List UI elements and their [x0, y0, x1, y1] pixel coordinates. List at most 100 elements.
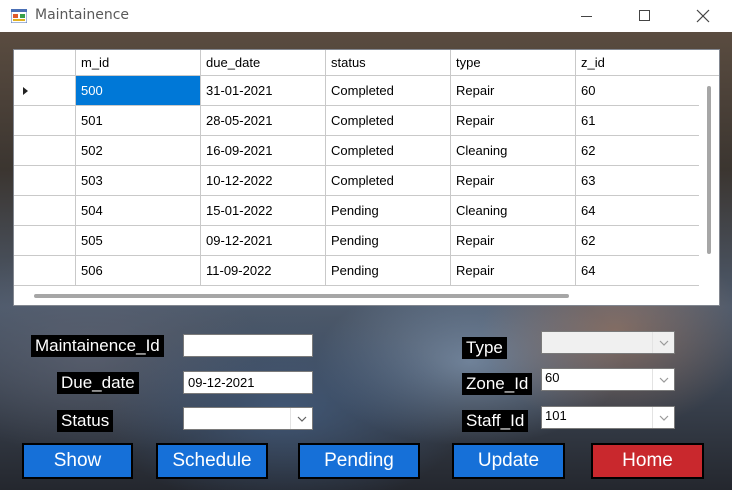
staff-id-select-value: 101 — [545, 408, 567, 423]
cell-due-date[interactable]: 15-01-2022 — [201, 196, 326, 226]
maximize-icon — [639, 10, 650, 21]
cell-due-date[interactable]: 09-12-2021 — [201, 226, 326, 256]
table-row[interactable]: 505 09-12-2021 Pending Repair 62 — [14, 226, 699, 256]
show-button-label: Show — [53, 450, 102, 471]
cell-type[interactable]: Repair — [451, 256, 576, 286]
cell-type[interactable]: Repair — [451, 226, 576, 256]
horizontal-scrollbar[interactable] — [14, 286, 719, 305]
maintainence-id-label: Maintainence_Id — [31, 335, 164, 357]
cell-due-date[interactable]: 31-01-2021 — [201, 76, 326, 106]
cell-type[interactable]: Repair — [451, 76, 576, 106]
cell-z-id[interactable]: 62 — [576, 226, 699, 256]
row-header[interactable] — [14, 166, 76, 196]
table-row[interactable]: 504 15-01-2022 Pending Cleaning 64 — [14, 196, 699, 226]
app-form-icon — [11, 9, 27, 23]
cell-due-date[interactable]: 28-05-2021 — [201, 106, 326, 136]
cell-status[interactable]: Pending — [326, 226, 451, 256]
row-header[interactable] — [14, 196, 76, 226]
table-row[interactable]: 506 11-09-2022 Pending Repair 64 — [14, 256, 699, 286]
cell-status[interactable]: Completed — [326, 106, 451, 136]
cell-z-id[interactable]: 62 — [576, 136, 699, 166]
cell-status[interactable]: Completed — [326, 136, 451, 166]
vertical-scrollbar[interactable] — [699, 76, 719, 286]
table-row[interactable]: 502 16-09-2021 Completed Cleaning 62 — [14, 136, 699, 166]
cell-type[interactable]: Cleaning — [451, 196, 576, 226]
grid-corner-header — [14, 50, 76, 76]
cell-z-id[interactable]: 61 — [576, 106, 699, 136]
cell-status[interactable]: Pending — [326, 196, 451, 226]
row-header[interactable] — [14, 76, 76, 106]
due-date-label: Due_date — [57, 372, 139, 394]
staff-id-label: Staff_Id — [462, 410, 529, 432]
row-header[interactable] — [14, 136, 76, 166]
cell-m-id[interactable]: 505 — [76, 226, 201, 256]
column-header-type[interactable]: type — [451, 50, 576, 76]
pending-button-label: Pending — [324, 450, 394, 471]
zone-id-label: Zone_Id — [462, 373, 533, 395]
close-button[interactable] — [680, 0, 726, 32]
show-button[interactable]: Show — [22, 443, 133, 479]
vertical-scroll-thumb[interactable] — [707, 86, 711, 254]
cell-m-id[interactable]: 501 — [76, 106, 201, 136]
row-header[interactable] — [14, 226, 76, 256]
cell-type[interactable]: Repair — [451, 106, 576, 136]
minimize-button[interactable] — [563, 0, 609, 32]
cell-m-id[interactable]: 504 — [76, 196, 201, 226]
chevron-down-icon — [659, 377, 669, 383]
status-label: Status — [57, 410, 114, 432]
maintenance-data-grid[interactable]: m_id due_date status type z_id 500 31-01-… — [13, 49, 720, 306]
home-button[interactable]: Home — [591, 443, 704, 479]
column-header-z-id[interactable]: z_id — [576, 50, 719, 76]
schedule-button[interactable]: Schedule — [156, 443, 268, 479]
cell-m-id[interactable]: 506 — [76, 256, 201, 286]
grid-header-row: m_id due_date status type z_id — [14, 50, 719, 76]
column-header-m-id[interactable]: m_id — [76, 50, 201, 76]
maximize-button[interactable] — [621, 0, 667, 32]
column-header-due-date[interactable]: due_date — [201, 50, 326, 76]
cell-z-id[interactable]: 64 — [576, 256, 699, 286]
table-row[interactable]: 501 28-05-2021 Completed Repair 61 — [14, 106, 699, 136]
cell-m-id[interactable]: 503 — [76, 166, 201, 196]
cell-type[interactable]: Repair — [451, 166, 576, 196]
due-date-input[interactable]: 09-12-2021 — [183, 371, 313, 394]
minimize-icon — [581, 16, 592, 17]
window-title: Maintainence — [35, 7, 130, 23]
chevron-down-icon — [659, 340, 669, 346]
table-row[interactable]: 503 10-12-2022 Completed Repair 63 — [14, 166, 699, 196]
schedule-button-label: Schedule — [172, 450, 252, 471]
cell-due-date[interactable]: 10-12-2022 — [201, 166, 326, 196]
zone-id-dropdown-button[interactable] — [652, 369, 674, 390]
cell-z-id[interactable]: 60 — [576, 76, 699, 106]
staff-id-select[interactable]: 101 — [541, 406, 675, 429]
type-dropdown-button[interactable] — [652, 332, 674, 353]
cell-due-date[interactable]: 16-09-2021 — [201, 136, 326, 166]
pending-button[interactable]: Pending — [298, 443, 420, 479]
cell-type[interactable]: Cleaning — [451, 136, 576, 166]
cell-status[interactable]: Completed — [326, 76, 451, 106]
column-header-status[interactable]: status — [326, 50, 451, 76]
type-select[interactable] — [541, 331, 675, 354]
row-header[interactable] — [14, 256, 76, 286]
table-row[interactable]: 500 31-01-2021 Completed Repair 60 — [14, 76, 699, 106]
zone-id-select-value: 60 — [545, 370, 560, 385]
status-dropdown-button[interactable] — [290, 408, 312, 429]
horizontal-scroll-thumb[interactable] — [34, 294, 569, 298]
cell-m-id[interactable]: 500 — [76, 76, 201, 106]
staff-id-dropdown-button[interactable] — [652, 407, 674, 428]
cell-due-date[interactable]: 11-09-2022 — [201, 256, 326, 286]
update-button[interactable]: Update — [452, 443, 565, 479]
chevron-down-icon — [659, 415, 669, 421]
cell-status[interactable]: Pending — [326, 256, 451, 286]
type-label: Type — [462, 337, 507, 359]
cell-z-id[interactable]: 64 — [576, 196, 699, 226]
cell-z-id[interactable]: 63 — [576, 166, 699, 196]
row-header[interactable] — [14, 106, 76, 136]
cell-m-id[interactable]: 502 — [76, 136, 201, 166]
zone-id-select[interactable]: 60 — [541, 368, 675, 391]
update-button-label: Update — [477, 450, 540, 471]
home-button-label: Home — [622, 450, 673, 471]
cell-status[interactable]: Completed — [326, 166, 451, 196]
title-bar: Maintainence — [0, 0, 732, 32]
status-select[interactable] — [183, 407, 313, 430]
maintainence-id-input[interactable] — [183, 334, 313, 357]
